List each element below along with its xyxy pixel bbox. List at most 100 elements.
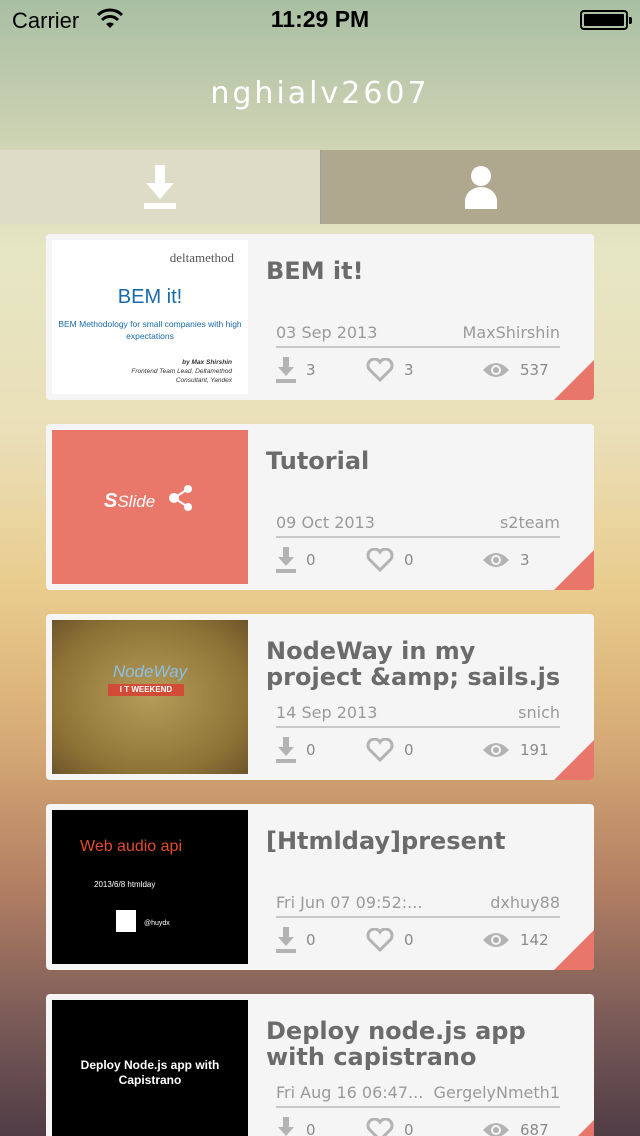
- like-stat[interactable]: 3: [366, 358, 462, 382]
- slide-author: GergelyNmeth1: [433, 1083, 560, 1102]
- eye-icon: [483, 743, 509, 757]
- slide-title: NodeWay in my project &amp; sails.js: [266, 637, 561, 691]
- slide-card[interactable]: NodeWay I T WEEKEND NodeWay in my projec…: [46, 614, 594, 780]
- tab-profile[interactable]: [320, 150, 640, 224]
- download-count: 0: [306, 1121, 316, 1136]
- slide-card[interactable]: SSlide Tutorial 09 Oct 2013 s2team 0 0 3: [46, 424, 594, 590]
- thumb-author-role: Frontend Team Lead, Deltamethod: [131, 368, 232, 375]
- like-count: 0: [404, 741, 414, 759]
- heart-icon: [366, 548, 394, 572]
- slide-card[interactable]: Deploy Node.js app with Capistrano Deplo…: [46, 994, 594, 1136]
- share-icon: [169, 485, 192, 511]
- eye-icon: [483, 553, 509, 567]
- eye-icon: [483, 933, 509, 947]
- thumb-author-extra: Consultant, Yandex: [175, 377, 232, 384]
- itweekend-badge: I T WEEKEND: [108, 684, 184, 696]
- heart-icon: [366, 1118, 394, 1136]
- view-count: 687: [520, 1121, 549, 1136]
- view-stat: 142: [482, 930, 549, 950]
- corner-ribbon: [554, 550, 594, 590]
- view-count: 3: [520, 551, 530, 569]
- download-icon: [276, 357, 296, 383]
- user-title: nghialv2607: [210, 76, 430, 111]
- download-count: 0: [306, 931, 316, 949]
- status-bar: Carrier 11:29 PM: [0, 0, 640, 40]
- download-icon: [276, 737, 296, 763]
- slide-stats: 0 0 142: [276, 926, 576, 954]
- download-count: 0: [306, 551, 316, 569]
- download-stat[interactable]: 0: [276, 1117, 346, 1136]
- download-icon: [144, 165, 176, 209]
- slide-date: 03 Sep 2013: [276, 323, 378, 342]
- view-stat: 537: [482, 360, 549, 380]
- slide-meta: 14 Sep 2013 snich: [276, 702, 560, 728]
- download-stat[interactable]: 0: [276, 737, 346, 763]
- thumb-brand: deltamethod: [169, 250, 234, 265]
- slide-thumbnail: Web audio api 2013/6/8 htmlday @huydx: [52, 810, 248, 964]
- slide-date: Fri Jun 07 09:52:...: [276, 893, 423, 912]
- download-count: 0: [306, 741, 316, 759]
- view-count: 537: [520, 361, 549, 379]
- slide-meta: Fri Aug 16 06:47... GergelyNmeth1: [276, 1082, 560, 1108]
- like-stat[interactable]: 0: [366, 1118, 462, 1136]
- slide-author: dxhuy88: [490, 893, 560, 912]
- slide-date: 09 Oct 2013: [276, 513, 375, 532]
- slide-title: BEM it!: [266, 257, 364, 285]
- like-count: 0: [404, 1121, 414, 1136]
- view-stat: 3: [482, 550, 530, 570]
- slide-meta: 03 Sep 2013 MaxShirshin: [276, 322, 560, 348]
- corner-ribbon: [554, 740, 594, 780]
- like-stat[interactable]: 0: [366, 548, 462, 572]
- thumb-author: by Max Shirshin Frontend Team Lead, Delt…: [131, 358, 232, 385]
- slide-logo: SSlide: [104, 490, 156, 512]
- user-icon: [464, 166, 497, 209]
- corner-ribbon: [554, 930, 594, 970]
- slide-stats: 3 3 537: [276, 356, 576, 384]
- slide-thumbnail: SSlide: [52, 430, 248, 584]
- heart-icon: [366, 738, 394, 762]
- download-icon: [276, 927, 296, 953]
- slide-title: Tutorial: [266, 447, 370, 475]
- download-stat[interactable]: 0: [276, 547, 346, 573]
- slide-list: deltamethod BEM it! BEM Methodology for …: [46, 234, 594, 1136]
- slide-date: Fri Aug 16 06:47...: [276, 1083, 424, 1102]
- download-icon: [276, 547, 296, 573]
- thumb-author-name: by Max Shirshin: [182, 359, 232, 366]
- nodeway-logo: NodeWay: [112, 662, 188, 681]
- slide-stats: 0 0 3: [276, 546, 576, 574]
- thumb-subtitle: BEM Methodology for small companies with…: [58, 319, 242, 341]
- battery-icon: [580, 10, 632, 30]
- slide-card[interactable]: Web audio api 2013/6/8 htmlday @huydx [H…: [46, 804, 594, 970]
- like-stat[interactable]: 0: [366, 928, 462, 952]
- slide-thumbnail: Deploy Node.js app with Capistrano: [52, 1000, 248, 1136]
- like-count: 0: [404, 551, 414, 569]
- slide-date: 14 Sep 2013: [276, 703, 378, 722]
- qr-code-icon: [116, 910, 136, 932]
- slide-thumbnail: deltamethod BEM it! BEM Methodology for …: [52, 240, 248, 394]
- view-stat: 687: [482, 1120, 549, 1136]
- eye-icon: [483, 363, 509, 377]
- slide-title: Deploy node.js app with capistrano: [266, 1017, 526, 1071]
- heart-icon: [366, 928, 394, 952]
- view-count: 142: [520, 931, 549, 949]
- download-stat[interactable]: 0: [276, 927, 346, 953]
- thumb-heading: BEM it!: [117, 286, 183, 308]
- thumb-handle: @huydx: [144, 920, 170, 927]
- tab-downloads[interactable]: [0, 150, 320, 224]
- like-stat[interactable]: 0: [366, 738, 462, 762]
- download-stat[interactable]: 3: [276, 357, 346, 383]
- slide-title: [Htmlday]present: [266, 827, 506, 855]
- slide-meta: Fri Jun 07 09:52:... dxhuy88: [276, 892, 560, 918]
- eye-icon: [483, 1123, 509, 1136]
- view-count: 191: [520, 741, 549, 759]
- corner-ribbon: [554, 1120, 594, 1136]
- slide-thumbnail: NodeWay I T WEEKEND: [52, 620, 248, 774]
- view-stat: 191: [482, 740, 549, 760]
- thumb-heading: Web audio api: [80, 838, 182, 855]
- tab-bar: [0, 150, 640, 224]
- slide-card[interactable]: deltamethod BEM it! BEM Methodology for …: [46, 234, 594, 400]
- like-count: 0: [404, 931, 414, 949]
- slide-logo-text: Slide: [117, 492, 156, 511]
- slide-author: snich: [518, 703, 560, 722]
- corner-ribbon: [554, 360, 594, 400]
